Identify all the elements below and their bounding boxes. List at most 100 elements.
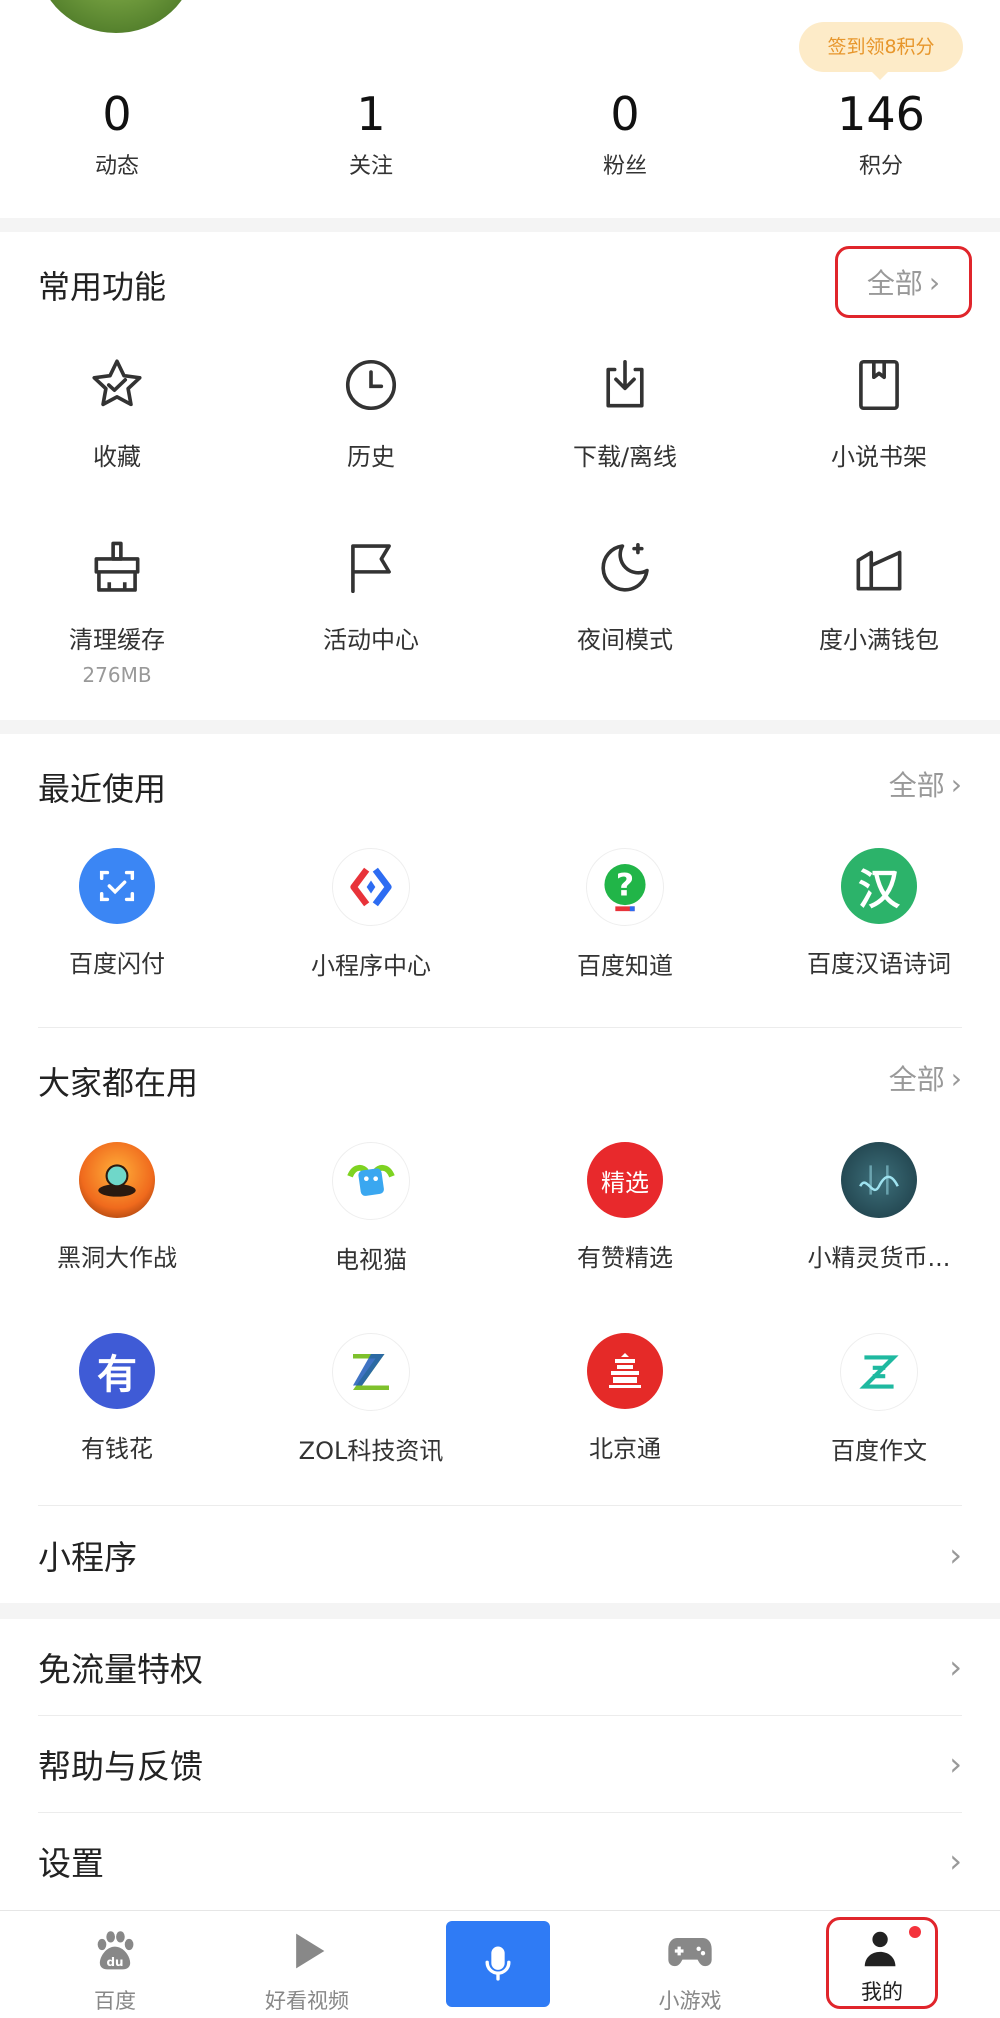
item-label: 小说书架 (831, 443, 927, 471)
popular-app-beijingtong[interactable]: 北京通 (500, 1333, 750, 1464)
section-divider (0, 720, 1000, 734)
svg-text:du: du (107, 1955, 124, 1969)
hanzi-logo-icon: 汉 (841, 848, 917, 924)
baidu-paw-icon: du (97, 1931, 134, 1970)
item-label: 清理缓存 (69, 626, 165, 654)
scan-pay-icon (79, 848, 155, 924)
wallet-item[interactable]: 度小满钱包 (754, 536, 1000, 655)
zol-logo-icon (332, 1333, 410, 1411)
chevron-right-icon: › (949, 1536, 962, 1574)
item-label: 收藏 (93, 443, 141, 471)
popular-app-zuowen[interactable]: 百度作文 (754, 1333, 1000, 1466)
app-label: 百度闪付 (69, 950, 165, 978)
clear-cache-item[interactable]: 清理缓存 276MB (0, 536, 242, 687)
app-label: 百度知道 (577, 952, 673, 980)
clock-icon (339, 353, 403, 417)
stat-posts[interactable]: 0 动态 (0, 88, 242, 180)
app-label: 有钱花 (81, 1435, 153, 1463)
recent-app-baidu-pay[interactable]: 百度闪付 (0, 848, 242, 979)
popular-app-youzan[interactable]: 精选 有赞精选 (500, 1142, 750, 1273)
temple-of-heaven-icon (587, 1333, 663, 1409)
zuowen-logo-icon (840, 1333, 918, 1411)
popular-app-zol[interactable]: ZOL科技资讯 (246, 1333, 496, 1466)
chevron-right-icon: › (928, 265, 941, 299)
download-item[interactable]: 下载/离线 (500, 353, 750, 472)
star-icon (85, 353, 149, 417)
tab-mini-games[interactable]: 小游戏 (615, 1925, 765, 2015)
common-all-link[interactable]: 全部 › (835, 246, 972, 318)
popular-app-blackhole[interactable]: 黑洞大作战 (0, 1142, 242, 1273)
chevron-right-icon: › (950, 767, 962, 801)
stat-points[interactable]: 146 积分 (756, 88, 1000, 180)
tab-label: 好看视频 (265, 1989, 349, 2013)
recent-app-mini-center[interactable]: 小程序中心 (246, 848, 496, 981)
app-label: 百度作文 (831, 1437, 927, 1465)
tab-label: 小游戏 (658, 1989, 722, 2013)
app-label: 小精灵货币... (807, 1244, 951, 1272)
chevron-right-icon: › (950, 1061, 962, 1095)
logo-glyph: 汉 (857, 864, 900, 914)
mini-program-logo-icon (332, 848, 410, 926)
user-icon (864, 1931, 896, 1967)
currency-chart-icon (841, 1142, 917, 1218)
recent-section-title: 最近使用 (38, 770, 167, 808)
notification-dot (909, 1926, 921, 1938)
stat-label: 关注 (348, 154, 393, 179)
recent-app-baidu-zhidao[interactable]: ? 百度知道 (500, 848, 750, 981)
gamepad-icon (668, 1938, 712, 1967)
popular-app-tvcat[interactable]: 电视猫 (246, 1142, 496, 1275)
stat-value: 0 (610, 87, 640, 141)
stat-label: 粉丝 (602, 154, 647, 179)
help-feedback-row[interactable]: 帮助与反馈 › (0, 1716, 1000, 1812)
tab-mine[interactable]: 我的 (826, 1917, 938, 2009)
mini-program-row[interactable]: 小程序 › (0, 1507, 1000, 1603)
settings-row[interactable]: 设置 › (0, 1813, 1000, 1909)
item-label: 夜间模式 (577, 626, 673, 654)
common-section-title: 常用功能 (38, 268, 167, 306)
tab-video[interactable]: 好看视频 (232, 1925, 382, 2015)
stat-value: 0 (102, 87, 132, 141)
broom-icon (85, 536, 149, 600)
checkin-pointer (870, 70, 890, 80)
stat-value: 1 (356, 87, 386, 141)
avatar[interactable] (38, 0, 194, 33)
popular-all-link[interactable]: 全部 › (889, 1058, 962, 1098)
stat-followers[interactable]: 0 粉丝 (500, 88, 750, 180)
stat-following[interactable]: 1 关注 (246, 88, 496, 180)
item-label: 度小满钱包 (819, 626, 939, 654)
free-data-row[interactable]: 免流量特权 › (0, 1619, 1000, 1715)
popular-app-youqianhua[interactable]: 有 有钱花 (0, 1333, 242, 1464)
bookshelf-item[interactable]: 小说书架 (754, 353, 1000, 472)
popular-app-currency[interactable]: 小精灵货币... (754, 1142, 1000, 1273)
all-label: 全部 (866, 267, 923, 300)
wallet-icon (847, 536, 911, 600)
tv-cat-icon (332, 1142, 410, 1220)
blackhole-game-icon (79, 1142, 155, 1218)
night-mode-item[interactable]: 夜间模式 (500, 536, 750, 655)
svg-text:?: ? (616, 867, 634, 903)
activity-center-item[interactable]: 活动中心 (246, 536, 496, 655)
fav-item[interactable]: 收藏 (0, 353, 242, 472)
recent-all-link[interactable]: 全部 › (889, 764, 962, 804)
history-item[interactable]: 历史 (246, 353, 496, 472)
bottom-tab-bar: du 百度 好看视频 小游戏 我的 (0, 1910, 1000, 2018)
flag-icon (339, 536, 403, 600)
popular-section-title: 大家都在用 (38, 1064, 199, 1102)
voice-search-button[interactable] (446, 1921, 550, 2007)
app-label: 电视猫 (335, 1246, 407, 1274)
logo-glyph: 有 (97, 1352, 137, 1398)
stat-label: 动态 (94, 154, 139, 179)
app-label: 黑洞大作战 (57, 1244, 177, 1272)
all-label: 全部 (888, 769, 945, 802)
tab-baidu[interactable]: du 百度 (40, 1925, 190, 2015)
row-label: 小程序 (38, 1538, 137, 1577)
chevron-right-icon: › (949, 1648, 962, 1686)
section-divider (0, 218, 1000, 232)
checkin-button[interactable]: 签到领8积分 (799, 22, 963, 72)
chevron-right-icon: › (949, 1745, 962, 1783)
app-label: 有赞精选 (577, 1244, 673, 1272)
recent-app-hanyu[interactable]: 汉 百度汉语诗词 (754, 848, 1000, 979)
youqianhua-logo-icon: 有 (79, 1333, 155, 1409)
download-icon (593, 353, 657, 417)
all-label: 全部 (888, 1063, 945, 1096)
